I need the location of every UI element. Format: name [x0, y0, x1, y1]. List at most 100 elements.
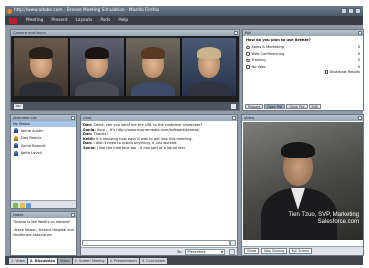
window-titlebar: http://www.adobe.com - Breeze Meeting Si… — [5, 6, 363, 16]
maximize-icon[interactable] — [348, 8, 354, 14]
video-caption-company: Salesforce.com — [317, 219, 359, 225]
pod-header: Attendee List — [11, 115, 76, 121]
close-poll-button[interactable]: Close Poll — [286, 104, 308, 109]
camera-feed-3 — [125, 38, 181, 96]
broadcast-results-label: Broadcast Results — [329, 70, 360, 74]
chat-recipient-select[interactable]: Presenters ▼ — [185, 249, 225, 255]
menu-item-meeting[interactable]: Meeting — [23, 18, 46, 23]
chat-text: Sonia, can you send me the URL to the cu… — [92, 123, 203, 127]
pod-menu-icon[interactable] — [234, 31, 238, 35]
pod-menu-icon[interactable] — [358, 31, 362, 35]
person-icon — [14, 143, 18, 149]
chat-transcript: Dan: Sonia, can you send me the URL to t… — [81, 121, 237, 153]
chat-recipient-value: Presenters — [187, 250, 206, 255]
radio-icon[interactable] — [246, 52, 250, 56]
notes-line: -Steve Nelson, Arizona Hospital and Heal… — [13, 228, 74, 237]
tab-video[interactable]: 1. Video — [9, 257, 27, 264]
mic-button[interactable]: Mic — [14, 103, 23, 109]
poll-option-count: 0 — [357, 58, 360, 63]
attendee-row[interactable]: Jaime Austin — [11, 127, 76, 135]
video-frame: Tien Tzuo, SVP, Marketing Salesforce.com — [243, 122, 363, 240]
pod-menu-icon[interactable] — [71, 116, 75, 120]
poll-option-count: 0 — [357, 45, 360, 50]
attendee-name: Dan Patrick — [21, 136, 42, 141]
person-icon — [14, 150, 18, 156]
attendee-row[interactable]: Dan Patrick — [11, 135, 76, 143]
chevron-down-icon: ▼ — [220, 250, 223, 255]
camera-pod-footer: Mic — [11, 102, 239, 110]
pod-header: Chat — [81, 115, 237, 121]
breeze-logo-icon — [9, 17, 17, 24]
chat-options-icon[interactable] — [229, 249, 235, 255]
radio-icon[interactable] — [246, 65, 250, 69]
radio-icon[interactable] — [246, 45, 250, 49]
raise-hand-icon[interactable] — [19, 202, 25, 208]
chat-text: It's amazing how easy it was to get into… — [95, 136, 193, 141]
chat-sender: Dan: — [83, 123, 93, 127]
open-poll-button[interactable]: Open Poll — [264, 104, 286, 109]
full-screen-button[interactable]: Full Screen — [288, 248, 313, 254]
pod-menu-icon[interactable] — [71, 213, 75, 217]
chat-text: I didn't need to install anything, it ju… — [92, 141, 178, 146]
video-controls: Share Stop Sharing Full Screen — [242, 246, 363, 255]
attendee-toolbar — [11, 200, 76, 208]
chat-message-input[interactable] — [82, 240, 230, 246]
prepare-button[interactable]: Prepare — [245, 104, 264, 109]
chat-text: I like the interface too - it has sort o… — [95, 145, 186, 150]
pod-menu-icon[interactable] — [358, 116, 362, 120]
checkbox-icon[interactable] — [324, 70, 329, 74]
pod-menu-icon[interactable] — [232, 116, 236, 120]
chat-pod: Chat Dan: Sonia, can you send me the URL… — [80, 114, 238, 256]
pod-header: Poll — [243, 30, 363, 36]
tab-presentations[interactable]: 4. Presentations — [107, 257, 139, 264]
window-controls — [341, 8, 361, 14]
status-agree-icon[interactable] — [13, 202, 18, 208]
chat-sender: Keith: — [83, 136, 96, 141]
chat-footer: To: Presenters ▼ — [81, 247, 237, 255]
poll-question: How do you plan to use Breeze? — [246, 38, 311, 42]
close-icon[interactable] — [355, 8, 361, 14]
pod-options-icon[interactable] — [231, 103, 236, 109]
attendee-name: Keith Lovell — [21, 151, 42, 156]
menu-item-pods[interactable]: Pods — [97, 18, 113, 23]
tab-conclusion[interactable]: 5. Conclusion — [139, 257, 167, 264]
share-button[interactable]: Share — [244, 248, 260, 254]
video-caption-name: Tien Tzuo, SVP, Marketing — [288, 212, 359, 218]
chat-sender: Sonia: — [83, 145, 96, 150]
attendee-row[interactable]: Sonia Bonnell — [11, 142, 76, 150]
menu-item-layouts[interactable]: Layouts — [72, 18, 95, 23]
menu-bar: Meeting Present Layouts Pods Help — [5, 16, 363, 25]
menu-item-present[interactable]: Present — [48, 18, 70, 23]
chat-text: Thanks! — [92, 132, 108, 137]
pod-title: Camera and Voice — [13, 31, 46, 35]
chat-text: Sure -- it's http://www.macromedia.com/s… — [95, 127, 200, 132]
notes-line: "Breeze is like WebEx on steroids" — [13, 220, 71, 224]
radio-icon[interactable] — [246, 58, 250, 62]
attendee-name: Sonia Bonnell — [21, 143, 46, 148]
pod-header: Camera and Voice — [11, 30, 239, 36]
tab-video-dim[interactable]: Video — [58, 257, 72, 264]
notes-pod: Notes "Breeze is like WebEx on steroids"… — [10, 211, 77, 256]
minimize-icon[interactable] — [341, 8, 347, 14]
poll-pod: Poll How do you plan to use Breeze? Sale… — [242, 29, 364, 111]
send-button[interactable] — [230, 240, 236, 246]
broadcast-results-checkbox[interactable]: Broadcast Results — [324, 70, 360, 74]
tab-screen-sharing[interactable]: 3. Screen Sharing — [72, 257, 107, 264]
stop-sharing-button[interactable]: Stop Sharing — [260, 248, 288, 254]
firefox-icon — [7, 8, 12, 14]
edit-button[interactable]: Edit — [308, 104, 321, 109]
window-title: http://www.adobe.com - Breeze Meeting Si… — [14, 8, 160, 13]
tab-discussion[interactable]: 2. Discussion — [27, 257, 58, 264]
pod-title: Notes — [13, 213, 24, 217]
menu-item-help[interactable]: Help — [115, 18, 131, 23]
camera-feed-2 — [69, 38, 125, 96]
poll-option-label: Training — [251, 58, 266, 63]
pod-title: Poll — [245, 31, 252, 35]
attendee-row[interactable]: Keith Lovell — [11, 150, 76, 158]
chat-to-label: To: — [177, 250, 182, 254]
video-pod: Video Tien Tzuo, SVP, Marketing Salesfor… — [241, 114, 364, 256]
camera-feeds — [14, 38, 236, 96]
promote-icon[interactable] — [26, 202, 31, 208]
person-icon — [14, 135, 18, 141]
poll-controls: Prepare Open Poll Close Poll Edit — [245, 104, 321, 109]
